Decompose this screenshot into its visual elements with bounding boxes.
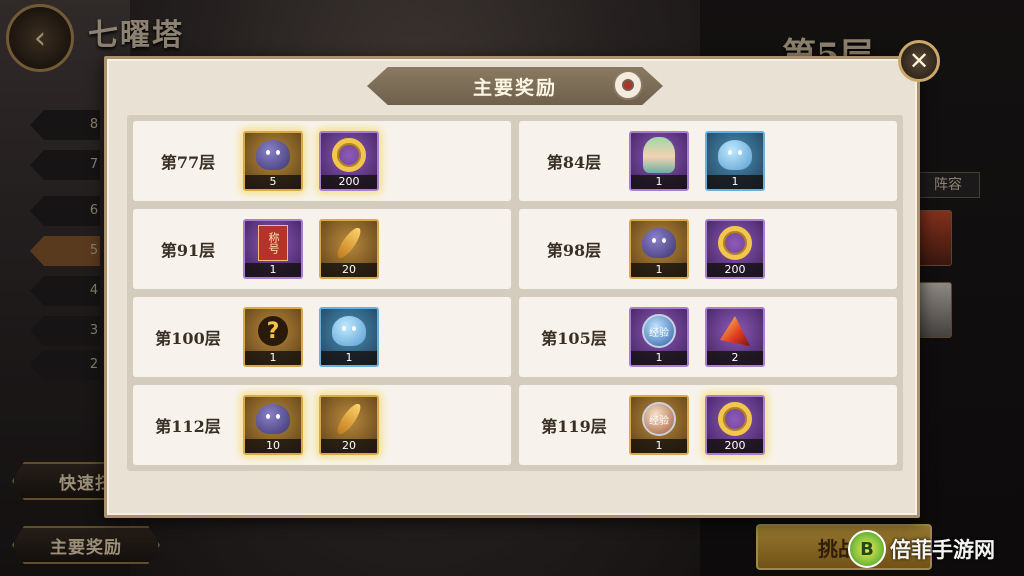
reward-item[interactable]: ? 1 xyxy=(243,307,303,367)
reward-item[interactable]: 200 xyxy=(705,395,765,455)
gold-coin-art xyxy=(332,138,366,172)
reward-items: 10 20 xyxy=(243,395,379,455)
reward-item-count: 1 xyxy=(631,175,687,189)
reward-items: ? 1 1 xyxy=(243,307,379,367)
reward-item[interactable]: 称号 1 xyxy=(243,219,303,279)
reward-floor-label: 第98层 xyxy=(546,241,602,260)
red-gem-art xyxy=(720,316,750,346)
reward-item-count: 1 xyxy=(631,439,687,453)
reward-item[interactable]: 1 xyxy=(629,219,689,279)
hero-portrait-art xyxy=(643,137,675,173)
reward-row: 第77层 5 200 xyxy=(133,121,511,201)
reward-items: 称号 1 20 xyxy=(243,219,379,279)
exp-orb-art: 经验 xyxy=(642,314,676,348)
title-scroll-icon: 称号 xyxy=(245,221,301,265)
reward-item[interactable]: 200 xyxy=(705,219,765,279)
reward-item-count: 1 xyxy=(631,263,687,277)
reward-row: 第105层 经验 1 2 xyxy=(519,297,897,377)
reward-items: 经验 1 2 xyxy=(629,307,765,367)
purple-blob-icon xyxy=(245,397,301,441)
gold-coin-icon xyxy=(321,133,377,177)
reward-item-count: 20 xyxy=(321,439,377,453)
blue-blob-icon xyxy=(707,133,763,177)
exp-orb-icon: 经验 xyxy=(631,309,687,353)
gold-coin-icon xyxy=(707,221,763,265)
reward-floor-label: 第105层 xyxy=(541,329,607,348)
reward-floor-label: 第100层 xyxy=(155,329,221,348)
gold-coin-art xyxy=(718,402,752,436)
purple-blob-art xyxy=(256,404,290,434)
reward-floor-label: 第112层 xyxy=(155,417,221,436)
rewards-modal: 主要奖励 第77层 5 200 第84层 1 1 第91层 称号 1 20 第98层 1 200 第100… xyxy=(104,56,920,518)
blue-blob-art xyxy=(332,316,366,346)
hero-portrait-icon xyxy=(631,133,687,177)
reward-row: 第84层 1 1 xyxy=(519,121,897,201)
mystery-hero-icon: ? xyxy=(245,309,301,353)
reward-item[interactable]: 200 xyxy=(319,131,379,191)
reward-item[interactable]: 经验 1 xyxy=(629,307,689,367)
close-button[interactable]: ✕ xyxy=(898,40,940,82)
reward-floor-label: 第91层 xyxy=(160,241,216,260)
reward-floor-label: 第84层 xyxy=(546,153,602,172)
reward-item[interactable]: 1 xyxy=(319,307,379,367)
rewards-grid: 第77层 5 200 第84层 1 1 第91层 称号 1 20 第98层 1 200 第100层? 1 1 第… xyxy=(127,115,903,471)
purple-blob-icon xyxy=(245,133,301,177)
reward-item-count: 20 xyxy=(321,263,377,277)
reward-item-count: 1 xyxy=(631,351,687,365)
gold-coin-art xyxy=(718,226,752,260)
reward-floor-label: 第119层 xyxy=(541,417,607,436)
close-icon: ✕ xyxy=(908,47,930,75)
reward-items: 11 xyxy=(629,131,765,191)
reward-floor-label: 第77层 xyxy=(160,153,216,172)
reward-item-count: 200 xyxy=(707,439,763,453)
reward-items: 1 200 xyxy=(629,219,765,279)
reward-item[interactable]: 20 xyxy=(319,219,379,279)
reward-item[interactable]: 经验 1 xyxy=(629,395,689,455)
watermark-text: 倍菲手游网 xyxy=(890,537,995,562)
reward-row: 第100层? 1 1 xyxy=(133,297,511,377)
golden-feather-icon xyxy=(321,397,377,441)
reward-item[interactable]: 1 xyxy=(705,131,765,191)
reward-item[interactable]: 10 xyxy=(243,395,303,455)
reward-item[interactable]: 5 xyxy=(243,131,303,191)
title-ornament-right-icon xyxy=(613,70,643,100)
reward-item[interactable]: 1 xyxy=(629,131,689,191)
reward-item-count: 5 xyxy=(245,175,301,189)
exp-orb-warm-icon: 经验 xyxy=(631,397,687,441)
title-scroll-art: 称号 xyxy=(258,225,288,261)
reward-row: 第98层 1 200 xyxy=(519,209,897,289)
reward-row: 第112层 10 20 xyxy=(133,385,511,465)
reward-row: 第119层 经验 1 200 xyxy=(519,385,897,465)
reward-item-count: 1 xyxy=(245,263,301,277)
reward-item-count: 1 xyxy=(245,351,301,365)
reward-item[interactable]: 2 xyxy=(705,307,765,367)
red-gem-icon xyxy=(707,309,763,353)
reward-items: 5 200 xyxy=(243,131,379,191)
exp-orb-warm-art: 经验 xyxy=(642,402,676,436)
reward-item[interactable]: 20 xyxy=(319,395,379,455)
reward-item-count: 200 xyxy=(321,175,377,189)
modal-title: 主要奖励 xyxy=(472,76,557,99)
reward-item-count: 2 xyxy=(707,351,763,365)
reward-item-count: 1 xyxy=(321,351,377,365)
watermark-logo-icon: B xyxy=(848,530,886,568)
reward-item-count: 10 xyxy=(245,439,301,453)
purple-blob-art xyxy=(642,228,676,258)
mystery-hero-art: ? xyxy=(258,316,288,346)
watermark: B 倍菲手游网 xyxy=(848,526,1024,572)
golden-feather-art xyxy=(333,224,365,262)
golden-feather-art xyxy=(333,400,365,438)
purple-blob-icon xyxy=(631,221,687,265)
reward-item-count: 200 xyxy=(707,263,763,277)
reward-items: 经验 1 200 xyxy=(629,395,765,455)
blue-blob-icon xyxy=(321,309,377,353)
purple-blob-art xyxy=(256,140,290,170)
golden-feather-icon xyxy=(321,221,377,265)
gold-coin-icon xyxy=(707,397,763,441)
reward-row: 第91层 称号 1 20 xyxy=(133,209,511,289)
blue-blob-art xyxy=(718,140,752,170)
reward-item-count: 1 xyxy=(707,175,763,189)
